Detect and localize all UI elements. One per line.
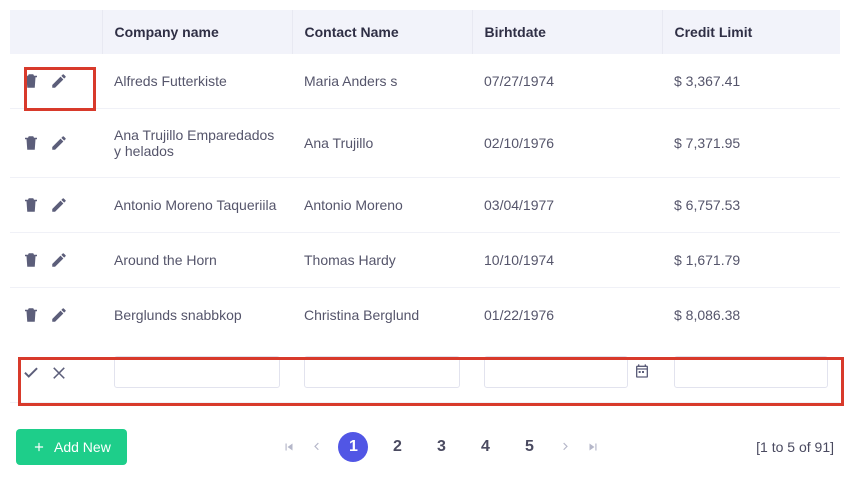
page-3[interactable]: 3 (426, 438, 456, 456)
cell-company: Ana Trujillo Emparedados y helados (102, 109, 292, 178)
edit-icon[interactable] (50, 134, 68, 152)
cell-contact: Maria Anders s (292, 54, 472, 109)
calendar-icon[interactable] (634, 363, 650, 382)
delete-icon[interactable] (22, 72, 40, 90)
table-row: Alfreds FutterkisteMaria Anders s07/27/1… (10, 54, 840, 109)
cell-birthdate: 01/22/1976 (472, 288, 662, 343)
page-4[interactable]: 4 (470, 438, 500, 456)
page-last-icon[interactable] (586, 440, 600, 454)
delete-icon[interactable] (22, 196, 40, 214)
edit-icon[interactable] (50, 251, 68, 269)
edit-icon[interactable] (50, 306, 68, 324)
col-birthdate[interactable]: Birhtdate (472, 10, 662, 54)
cell-credit: $ 8,086.38 (662, 288, 840, 343)
data-table: Company name Contact Name Birhtdate Cred… (10, 10, 840, 403)
table-row: Around the HornThomas Hardy10/10/1974$ 1… (10, 233, 840, 288)
cell-credit: $ 1,671.79 (662, 233, 840, 288)
table-row: Ana Trujillo Emparedados y heladosAna Tr… (10, 109, 840, 178)
pager: 12345 (282, 432, 600, 462)
cell-contact: Christina Berglund (292, 288, 472, 343)
plus-icon (32, 440, 46, 454)
table-header-row: Company name Contact Name Birhtdate Cred… (10, 10, 840, 54)
cell-credit: $ 7,371.95 (662, 109, 840, 178)
page-1[interactable]: 1 (338, 432, 368, 462)
col-contact[interactable]: Contact Name (292, 10, 472, 54)
cell-company: Alfreds Futterkiste (102, 54, 292, 109)
cell-company: Around the Horn (102, 233, 292, 288)
cell-birthdate: 03/04/1977 (472, 178, 662, 233)
cell-company: Antonio Moreno Taqueriila (102, 178, 292, 233)
cancel-icon[interactable] (50, 363, 68, 381)
cell-birthdate: 07/27/1974 (472, 54, 662, 109)
add-new-label: Add New (54, 439, 111, 455)
cell-credit: $ 3,367.41 (662, 54, 840, 109)
col-company[interactable]: Company name (102, 10, 292, 54)
insert-credit-input[interactable] (674, 356, 828, 388)
cell-birthdate: 10/10/1974 (472, 233, 662, 288)
edit-icon[interactable] (50, 72, 68, 90)
delete-icon[interactable] (22, 134, 40, 152)
page-range: [1 to 5 of 91] (756, 439, 834, 455)
cell-company: Berglunds snabbkop (102, 288, 292, 343)
cell-contact: Antonio Moreno (292, 178, 472, 233)
table-row: Antonio Moreno TaqueriilaAntonio Moreno0… (10, 178, 840, 233)
cell-contact: Ana Trujillo (292, 109, 472, 178)
insert-contact-input[interactable] (304, 356, 460, 388)
delete-icon[interactable] (22, 251, 40, 269)
insert-row (10, 342, 840, 403)
delete-icon[interactable] (22, 306, 40, 324)
cell-credit: $ 6,757.53 (662, 178, 840, 233)
page-5[interactable]: 5 (514, 438, 544, 456)
add-new-button[interactable]: Add New (16, 429, 127, 465)
table-footer: Add New 12345 [1 to 5 of 91] (10, 429, 840, 465)
col-credit[interactable]: Credit Limit (662, 10, 840, 54)
col-actions (10, 10, 102, 54)
confirm-icon[interactable] (22, 363, 40, 381)
page-first-icon[interactable] (282, 440, 296, 454)
page-2[interactable]: 2 (382, 438, 412, 456)
cell-birthdate: 02/10/1976 (472, 109, 662, 178)
insert-birthdate-input[interactable] (484, 356, 628, 388)
edit-icon[interactable] (50, 196, 68, 214)
insert-company-input[interactable] (114, 356, 280, 388)
page-next-icon[interactable] (558, 440, 572, 454)
page-prev-icon[interactable] (310, 440, 324, 454)
cell-contact: Thomas Hardy (292, 233, 472, 288)
table-row: Berglunds snabbkopChristina Berglund01/2… (10, 288, 840, 343)
table-wrapper: Company name Contact Name Birhtdate Cred… (10, 10, 840, 403)
